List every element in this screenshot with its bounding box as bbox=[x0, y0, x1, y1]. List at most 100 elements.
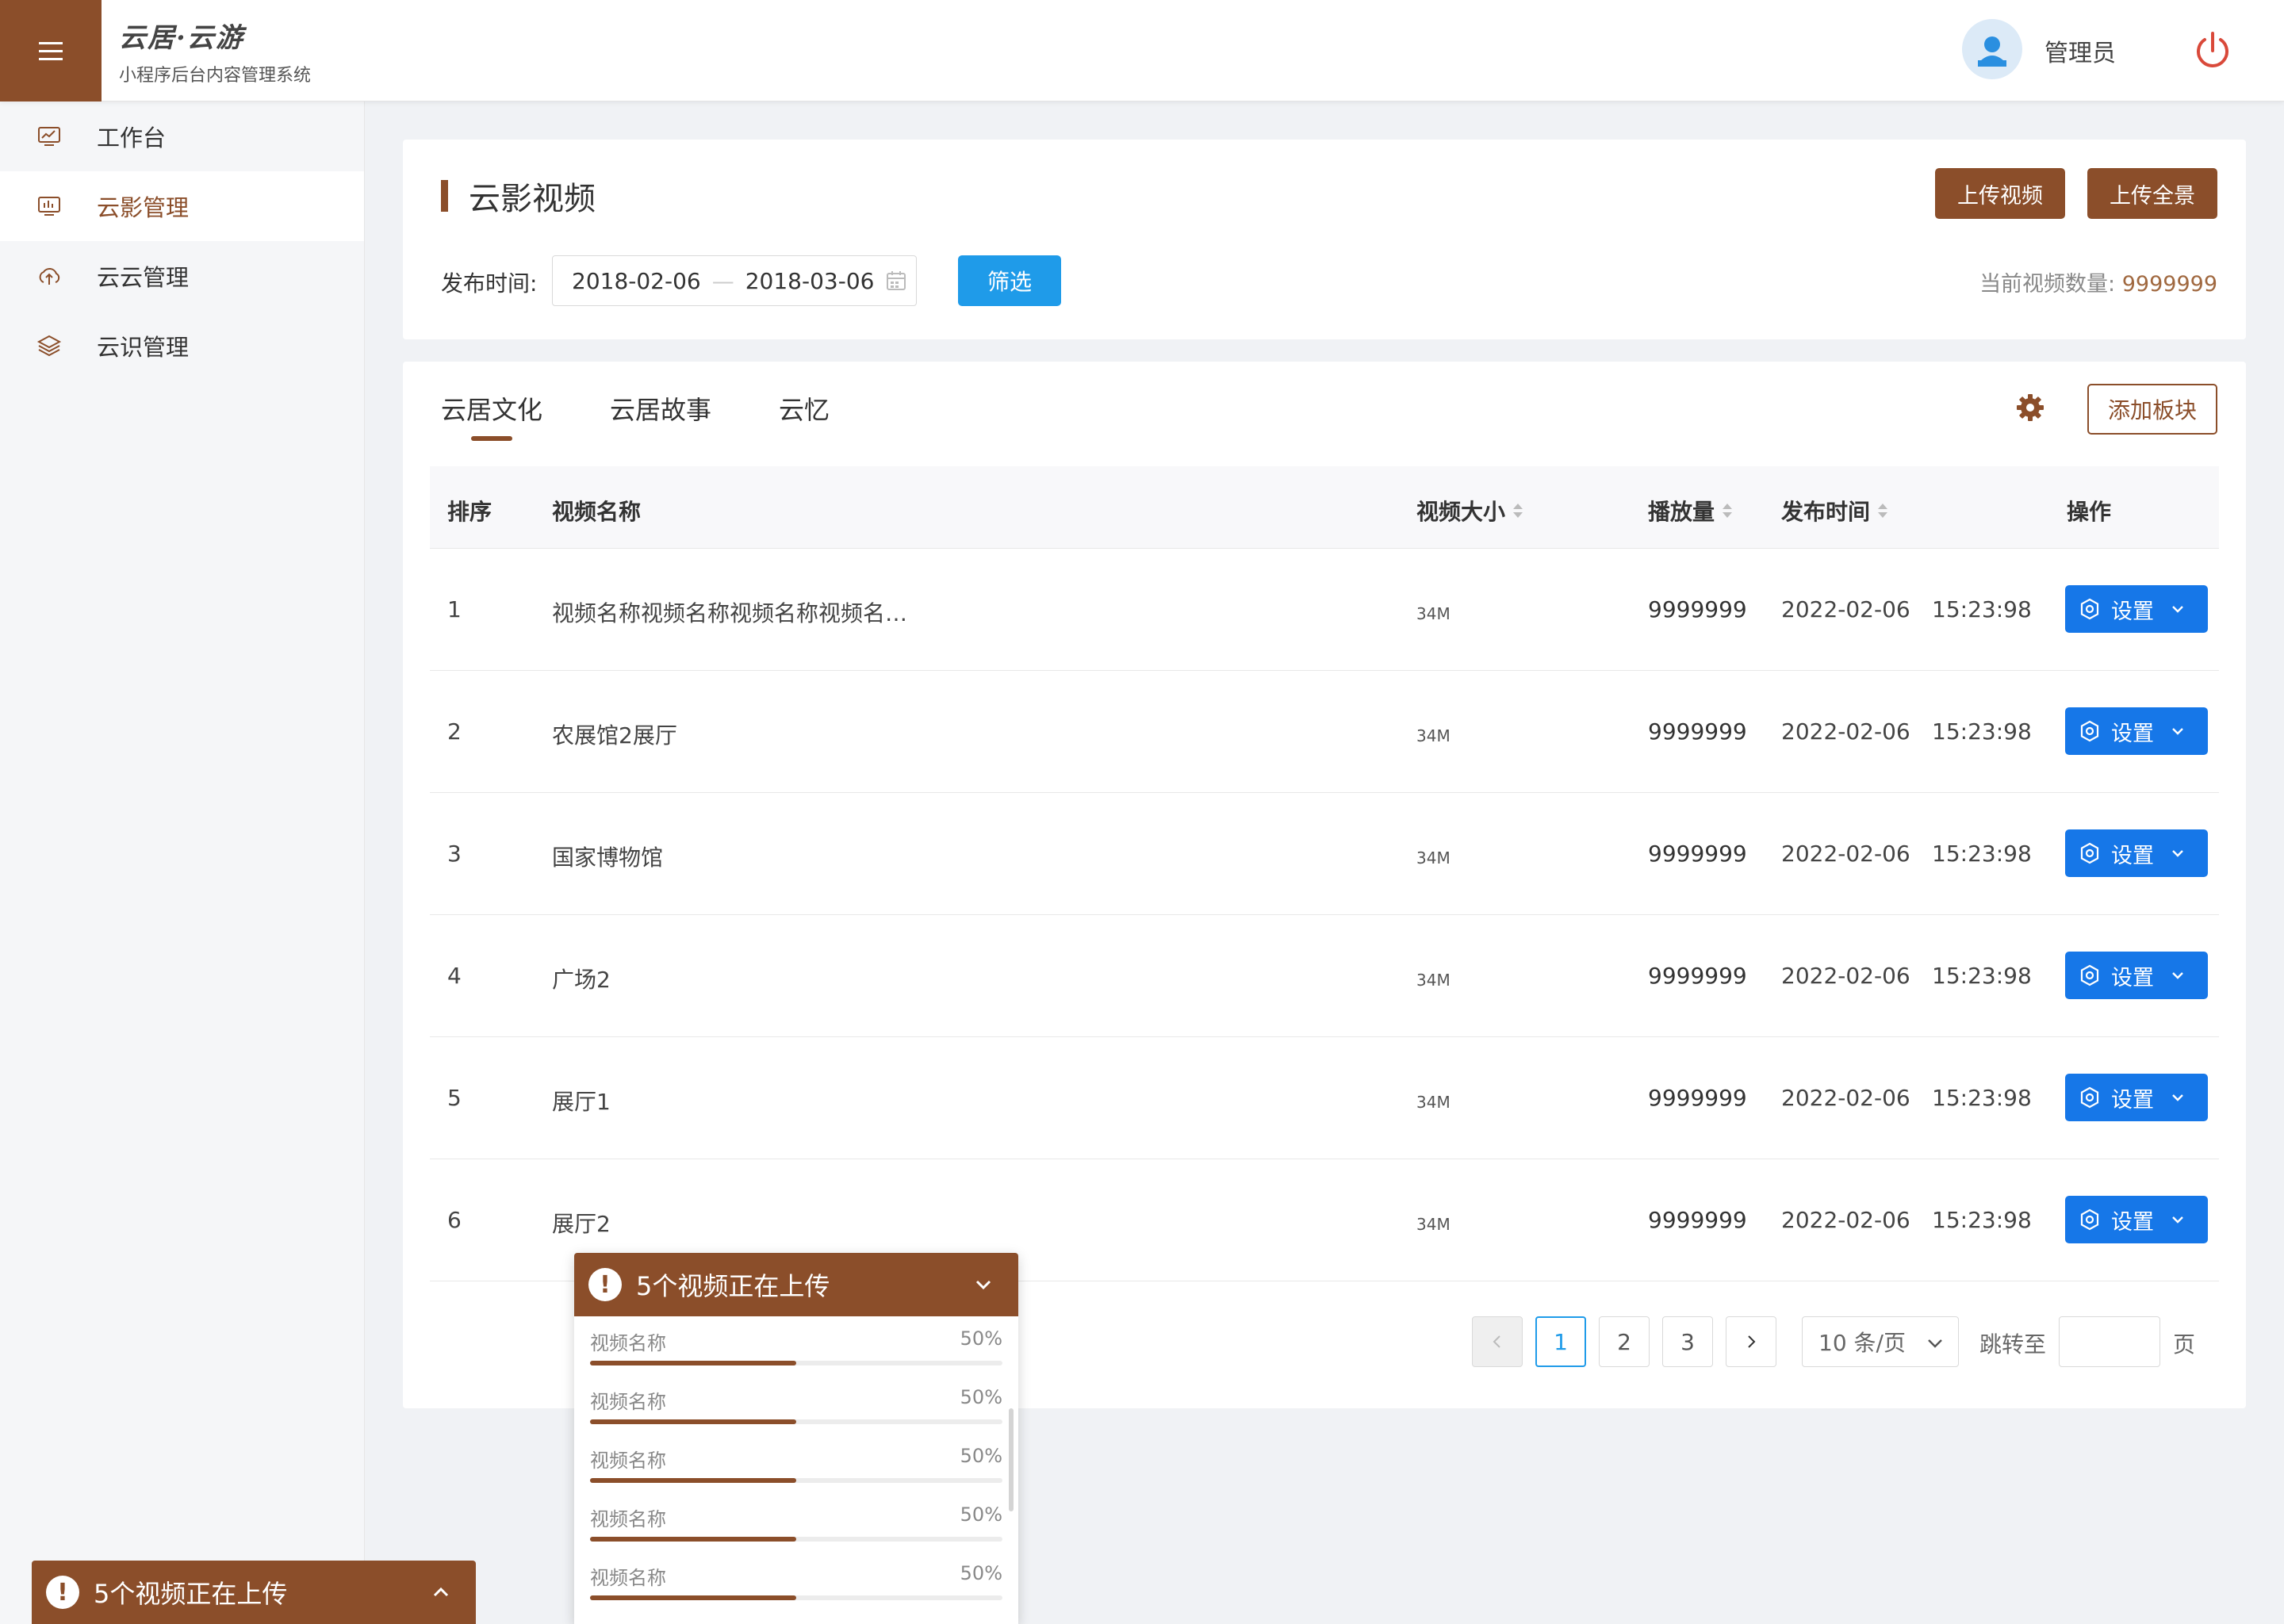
calendar-icon[interactable] bbox=[884, 269, 908, 293]
add-block-button[interactable]: 添加板块 bbox=[2087, 384, 2217, 435]
chevron-down-icon[interactable] bbox=[2168, 1088, 2187, 1107]
gear-icon[interactable] bbox=[2014, 392, 2046, 423]
upload-item-name: 视频名称 bbox=[590, 1391, 666, 1413]
row-plays: 9999999 bbox=[1648, 841, 1747, 867]
upload-item-name: 视频名称 bbox=[590, 1567, 666, 1589]
upload-minibar[interactable]: ! 5个视频正在上传 bbox=[32, 1561, 476, 1624]
chevron-down-icon[interactable] bbox=[2168, 599, 2187, 619]
upload-item: 视频名称 50% bbox=[574, 1434, 1018, 1492]
user-icon bbox=[1978, 36, 2006, 67]
page-title: 云影视频 bbox=[441, 173, 596, 219]
page-button-2[interactable]: 2 bbox=[1599, 1316, 1650, 1367]
settings-button-label: 设置 bbox=[2111, 1209, 2154, 1235]
chevron-down-icon[interactable] bbox=[2168, 722, 2187, 741]
settings-gear-icon bbox=[2080, 842, 2099, 864]
page-button-1[interactable]: 1 bbox=[1535, 1316, 1586, 1367]
upload-item-percent: 50% bbox=[960, 1503, 1002, 1526]
scrollbar[interactable] bbox=[1009, 1408, 1014, 1511]
row-order: 3 bbox=[447, 841, 462, 867]
row-video-name: 展厅1 bbox=[552, 1089, 611, 1115]
upload-item-name: 视频名称 bbox=[590, 1508, 666, 1530]
prev-page-button[interactable] bbox=[1472, 1316, 1523, 1367]
settings-button[interactable]: 设置 bbox=[2065, 952, 2208, 999]
page-size-select[interactable]: 10 条/页 bbox=[1802, 1316, 1959, 1367]
row-order: 4 bbox=[447, 963, 462, 989]
date-start[interactable]: 2018-02-06 bbox=[572, 268, 701, 294]
tab-culture[interactable]: 云居文化 bbox=[441, 390, 542, 447]
col-published-label: 发布时间 bbox=[1781, 499, 1871, 525]
upload-progress-track bbox=[590, 1595, 1002, 1600]
settings-button[interactable]: 设置 bbox=[2065, 585, 2208, 633]
jump-suffix: 页 bbox=[2173, 1331, 2196, 1358]
sidebar-item-video-management[interactable]: 云影管理 bbox=[0, 171, 364, 241]
exclamation-icon: ! bbox=[588, 1268, 622, 1301]
row-time: 15:23:98 bbox=[1932, 963, 2032, 989]
sidebar-item-cloud-management[interactable]: 云云管理 bbox=[0, 241, 364, 311]
settings-button[interactable]: 设置 bbox=[2065, 829, 2208, 877]
upload-panorama-button[interactable]: 上传全景 bbox=[2087, 168, 2217, 219]
tab-stories[interactable]: 云居故事 bbox=[610, 390, 711, 447]
col-plays[interactable]: 播放量 bbox=[1648, 495, 1733, 527]
upload-video-button[interactable]: 上传视频 bbox=[1935, 168, 2065, 219]
brand-title: 云居·云游 bbox=[119, 22, 244, 54]
row-date: 2022-02-06 bbox=[1781, 1207, 1910, 1233]
row-video-size: 34M bbox=[1416, 604, 1450, 623]
filter-button[interactable]: 筛选 bbox=[958, 255, 1061, 306]
page-button-3[interactable]: 3 bbox=[1662, 1316, 1713, 1367]
jump-page-input[interactable] bbox=[2059, 1316, 2160, 1367]
row-date: 2022-02-06 bbox=[1781, 1085, 1910, 1111]
chevron-down-icon[interactable] bbox=[2168, 844, 2187, 863]
row-video-name: 视频名称视频名称视频名称视频名… bbox=[552, 600, 908, 626]
upload-panel-header[interactable]: ! 5个视频正在上传 bbox=[574, 1253, 1018, 1316]
row-time: 15:23:98 bbox=[1932, 841, 2032, 867]
upload-item-name: 视频名称 bbox=[590, 1332, 666, 1354]
upload-progress-fill bbox=[590, 1595, 796, 1600]
chevron-down-icon[interactable] bbox=[2168, 1210, 2187, 1229]
next-page-button[interactable] bbox=[1726, 1316, 1776, 1367]
col-published[interactable]: 发布时间 bbox=[1781, 495, 1888, 527]
chevron-up-icon[interactable] bbox=[430, 1581, 452, 1603]
top-bar: 云居·云游 小程序后台内容管理系统 管理员 bbox=[0, 0, 2284, 102]
upload-item: 视频名称 50% bbox=[574, 1551, 1018, 1610]
upload-progress-fill bbox=[590, 1478, 796, 1483]
menu-toggle-button[interactable] bbox=[0, 0, 102, 102]
power-icon[interactable] bbox=[2190, 29, 2235, 73]
sidebar-item-dashboard[interactable]: 工作台 bbox=[0, 102, 364, 171]
chevron-right-icon bbox=[1748, 1335, 1756, 1348]
avatar[interactable] bbox=[1962, 19, 2022, 79]
table-header: 排序 视频名称 视频大小 播放量 发布时间 操作 bbox=[430, 466, 2219, 549]
settings-button[interactable]: 设置 bbox=[2065, 1074, 2208, 1121]
sort-icon[interactable] bbox=[1878, 502, 1888, 519]
date-separator: — bbox=[711, 267, 734, 294]
video-list-panel: 云居文化 云居故事 云忆 添加板块 排序 视频名称 视频大小 播放量 发布时间 … bbox=[403, 362, 2246, 1408]
upload-item: 视频名称 50% bbox=[574, 1316, 1018, 1375]
row-video-size: 34M bbox=[1416, 848, 1450, 868]
chevron-down-icon[interactable] bbox=[2168, 966, 2187, 985]
hamburger-icon bbox=[39, 42, 63, 60]
video-count-label: 当前视频数量: bbox=[1979, 272, 2122, 297]
col-size[interactable]: 视频大小 bbox=[1416, 495, 1523, 527]
tab-memories[interactable]: 云忆 bbox=[779, 390, 830, 447]
table-row: 4 广场2 34M 9999999 2022-02-06 15:23:98 设置 bbox=[430, 915, 2219, 1037]
date-end[interactable]: 2018-03-06 bbox=[745, 268, 875, 294]
row-video-size: 34M bbox=[1416, 1093, 1450, 1112]
chevron-down-icon[interactable] bbox=[972, 1274, 994, 1296]
settings-button[interactable]: 设置 bbox=[2065, 1196, 2208, 1243]
settings-button-label: 设置 bbox=[2111, 721, 2154, 746]
user-name[interactable]: 管理员 bbox=[2044, 33, 2116, 68]
sidebar-item-label: 云影管理 bbox=[97, 194, 190, 221]
upload-progress-track bbox=[590, 1419, 1002, 1424]
row-plays: 9999999 bbox=[1648, 1085, 1747, 1111]
date-range-picker[interactable]: 2018-02-06 — 2018-03-06 bbox=[552, 255, 917, 306]
settings-button-label: 设置 bbox=[2111, 965, 2154, 990]
settings-gear-icon bbox=[2080, 964, 2099, 986]
row-time: 15:23:98 bbox=[1932, 596, 2032, 622]
table-row: 1 视频名称视频名称视频名称视频名… 34M 9999999 2022-02-06 15:… bbox=[430, 549, 2219, 671]
sidebar-item-knowledge-management[interactable]: 云识管理 bbox=[0, 311, 364, 381]
row-plays: 9999999 bbox=[1648, 596, 1747, 622]
upload-progress-panel: ! 5个视频正在上传 视频名称 50% 视频名称 50% 视频名称 50% 视频名称 50% 视… bbox=[574, 1253, 1018, 1624]
sort-icon[interactable] bbox=[1513, 502, 1523, 519]
row-video-name: 展厅2 bbox=[552, 1211, 611, 1237]
sort-icon[interactable] bbox=[1723, 502, 1733, 519]
settings-button[interactable]: 设置 bbox=[2065, 707, 2208, 755]
